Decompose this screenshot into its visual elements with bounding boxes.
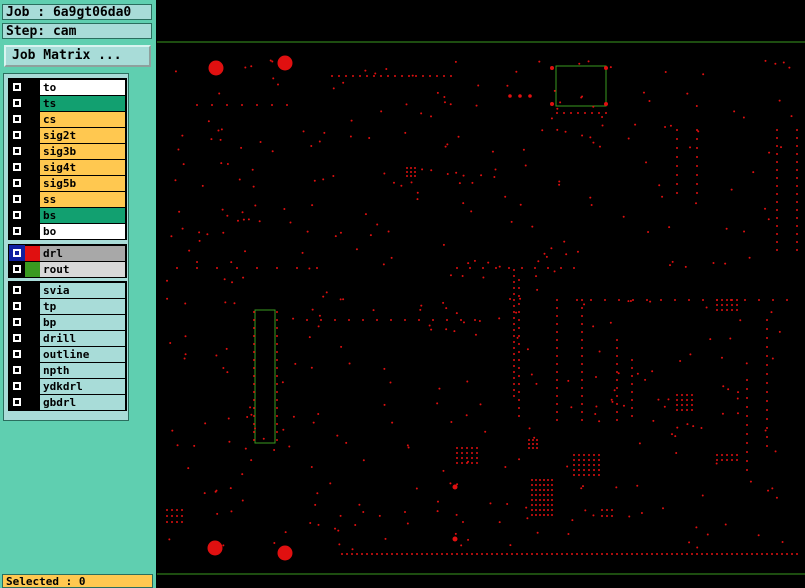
layer-name: to [40, 79, 125, 95]
layer-name: ydkdrl [40, 378, 125, 394]
layer-color-swatch [25, 261, 40, 277]
layer-color-swatch [25, 314, 40, 330]
selected-count: Selected : 0 [2, 574, 153, 588]
board-layers-group: to ts cs sig2t sig3b sig4t sig5b ss bs bo [8, 78, 127, 240]
layer-checkbox[interactable] [9, 261, 25, 277]
layer-color-swatch [25, 394, 40, 410]
layer-row-npth[interactable]: npth [9, 362, 126, 378]
layer-checkbox[interactable] [9, 111, 25, 127]
layer-name: tp [40, 298, 125, 314]
layer-row-bo[interactable]: bo [9, 223, 126, 239]
layer-checkbox[interactable] [9, 282, 25, 298]
layer-row-sig2t[interactable]: sig2t [9, 127, 126, 143]
layer-checkbox[interactable] [9, 191, 25, 207]
layer-checkbox[interactable] [9, 95, 25, 111]
drill-hits [166, 55, 798, 561]
step-name: Step: cam [2, 23, 152, 39]
layer-name: outline [40, 346, 125, 362]
component-outline [555, 65, 607, 107]
layer-checkbox[interactable] [9, 79, 25, 95]
layer-row-to[interactable]: to [9, 79, 126, 95]
layer-checkbox[interactable] [9, 346, 25, 362]
layer-checkbox[interactable] [9, 298, 25, 314]
layer-name: sig3b [40, 143, 125, 159]
layer-name: drill [40, 330, 125, 346]
layer-name: svia [40, 282, 125, 298]
layer-name: ts [40, 95, 125, 111]
layer-checkbox[interactable] [9, 314, 25, 330]
layer-checkbox[interactable] [9, 330, 25, 346]
layer-row-ydkdrl[interactable]: ydkdrl [9, 378, 126, 394]
layer-checkbox[interactable] [9, 175, 25, 191]
layer-color-swatch [25, 245, 40, 261]
layer-list: to ts cs sig2t sig3b sig4t sig5b ss bs bo drl rout… [3, 73, 129, 421]
layer-checkbox[interactable] [9, 207, 25, 223]
layer-color-swatch [25, 95, 40, 111]
layer-checkbox[interactable] [9, 127, 25, 143]
layer-row-sig3b[interactable]: sig3b [9, 143, 126, 159]
layer-color-swatch [25, 127, 40, 143]
layer-color-swatch [25, 346, 40, 362]
layer-name: drl [40, 245, 125, 261]
layer-checkbox[interactable] [9, 245, 25, 261]
layer-color-swatch [25, 282, 40, 298]
layer-row-outline[interactable]: outline [9, 346, 126, 362]
layer-name: bp [40, 314, 125, 330]
layer-checkbox[interactable] [9, 159, 25, 175]
misc-layers-group: svia tp bp drill outline npth ydkdrl gbdrl [8, 281, 127, 411]
layer-row-tp[interactable]: tp [9, 298, 126, 314]
layer-checkbox[interactable] [9, 362, 25, 378]
layer-checkbox[interactable] [9, 223, 25, 239]
layer-name: sig5b [40, 175, 125, 191]
layer-panel: Job : 6a9gt06da0 Step: cam Job Matrix ..… [0, 0, 156, 588]
layer-row-rout[interactable]: rout [9, 261, 126, 277]
layer-row-bp[interactable]: bp [9, 314, 126, 330]
layer-color-swatch [25, 159, 40, 175]
job-name: Job : 6a9gt06da0 [2, 4, 152, 20]
layer-name: ss [40, 191, 125, 207]
component-outline [254, 309, 276, 444]
layer-row-sig5b[interactable]: sig5b [9, 175, 126, 191]
layer-name: cs [40, 111, 125, 127]
layer-name: rout [40, 261, 125, 277]
active-layers-group: drl rout [8, 244, 127, 278]
layer-checkbox[interactable] [9, 378, 25, 394]
layer-row-cs[interactable]: cs [9, 111, 126, 127]
layer-color-swatch [25, 207, 40, 223]
layer-row-drill[interactable]: drill [9, 330, 126, 346]
layer-row-sig4t[interactable]: sig4t [9, 159, 126, 175]
layer-row-drl[interactable]: drl [9, 245, 126, 261]
layer-row-gbdrl[interactable]: gbdrl [9, 394, 126, 410]
layer-row-ss[interactable]: ss [9, 191, 126, 207]
graphic-canvas[interactable] [157, 0, 805, 588]
layer-color-swatch [25, 143, 40, 159]
layer-name: sig4t [40, 159, 125, 175]
layer-name: sig2t [40, 127, 125, 143]
layer-row-ts[interactable]: ts [9, 95, 126, 111]
layer-name: npth [40, 362, 125, 378]
layer-color-swatch [25, 79, 40, 95]
layer-color-swatch [25, 175, 40, 191]
layer-checkbox[interactable] [9, 143, 25, 159]
layer-name: bs [40, 207, 125, 223]
layer-color-swatch [25, 378, 40, 394]
layer-color-swatch [25, 330, 40, 346]
layer-color-swatch [25, 362, 40, 378]
layer-color-swatch [25, 191, 40, 207]
layer-row-svia[interactable]: svia [9, 282, 126, 298]
layer-color-swatch [25, 223, 40, 239]
layer-row-bs[interactable]: bs [9, 207, 126, 223]
layer-color-swatch [25, 298, 40, 314]
layer-name: gbdrl [40, 394, 125, 410]
layer-color-swatch [25, 111, 40, 127]
layer-checkbox[interactable] [9, 394, 25, 410]
layer-name: bo [40, 223, 125, 239]
job-matrix-button[interactable]: Job Matrix ... [4, 45, 151, 67]
